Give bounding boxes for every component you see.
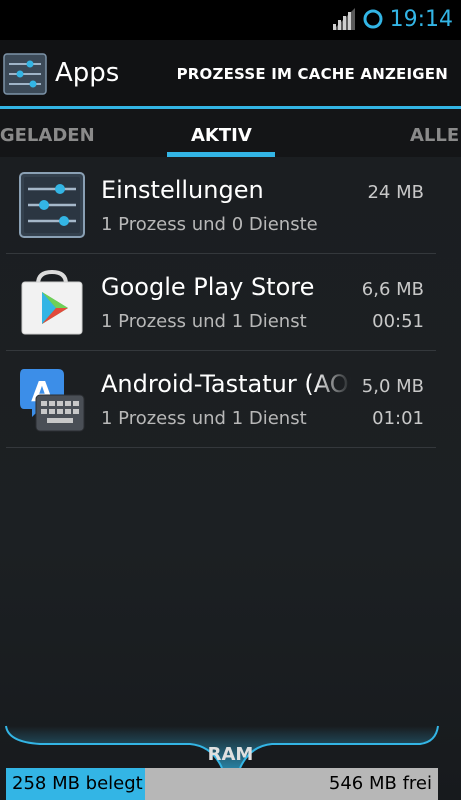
running-apps-list: Einstellungen 1 Prozess und 0 Dienste 24… <box>0 157 461 800</box>
ram-usage-bar: 258 MB belegt 546 MB frei <box>6 768 438 800</box>
ram-used-text: 258 MB belegt <box>12 773 143 794</box>
app-process-info: 1 Prozess und 0 Dienste <box>101 214 318 235</box>
list-item[interactable]: A Android-Tastatur (AOSP) 1 Prozess und … <box>6 351 436 448</box>
tab-active[interactable]: AKTIV <box>191 125 252 147</box>
list-item[interactable]: Google Play Store 1 Prozess und 1 Dienst… <box>6 254 436 351</box>
sync-icon <box>363 9 383 29</box>
show-cached-processes-button[interactable]: PROZESSE IM CACHE ANZEIGEN <box>177 65 448 83</box>
app-memory-size: 5,0 MB <box>361 376 424 397</box>
action-bar: Apps PROZESSE IM CACHE ANZEIGEN <box>0 40 461 106</box>
ram-free-text: 546 MB frei <box>328 773 432 794</box>
settings-sliders-icon <box>19 172 85 238</box>
app-name: Android-Tastatur (AOSP) <box>101 370 351 398</box>
tab-bar: RGELADEN AKTIV ALLE <box>0 109 461 157</box>
signal-icon <box>333 8 355 30</box>
keyboard-icon: A <box>20 369 85 432</box>
play-store-icon <box>21 269 83 335</box>
tab-all[interactable]: ALLE <box>410 125 459 147</box>
settings-sliders-icon[interactable] <box>3 53 47 95</box>
app-memory-size: 24 MB <box>367 182 424 203</box>
app-process-info: 1 Prozess und 1 Dienst <box>101 408 307 429</box>
page-title: Apps <box>55 58 120 88</box>
status-time: 19:14 <box>389 7 453 32</box>
app-process-info: 1 Prozess und 1 Dienst <box>101 311 307 332</box>
app-run-time: 00:51 <box>372 311 424 332</box>
app-memory-size: 6,6 MB <box>361 279 424 300</box>
status-bar: 19:14 <box>0 0 461 40</box>
app-name: Einstellungen <box>101 176 264 204</box>
app-run-time: 01:01 <box>372 408 424 429</box>
tab-downloaded[interactable]: RGELADEN <box>0 125 95 147</box>
list-item[interactable]: Einstellungen 1 Prozess und 0 Dienste 24… <box>6 157 436 254</box>
app-name: Google Play Store <box>101 273 315 301</box>
ram-label: RAM <box>207 744 254 765</box>
